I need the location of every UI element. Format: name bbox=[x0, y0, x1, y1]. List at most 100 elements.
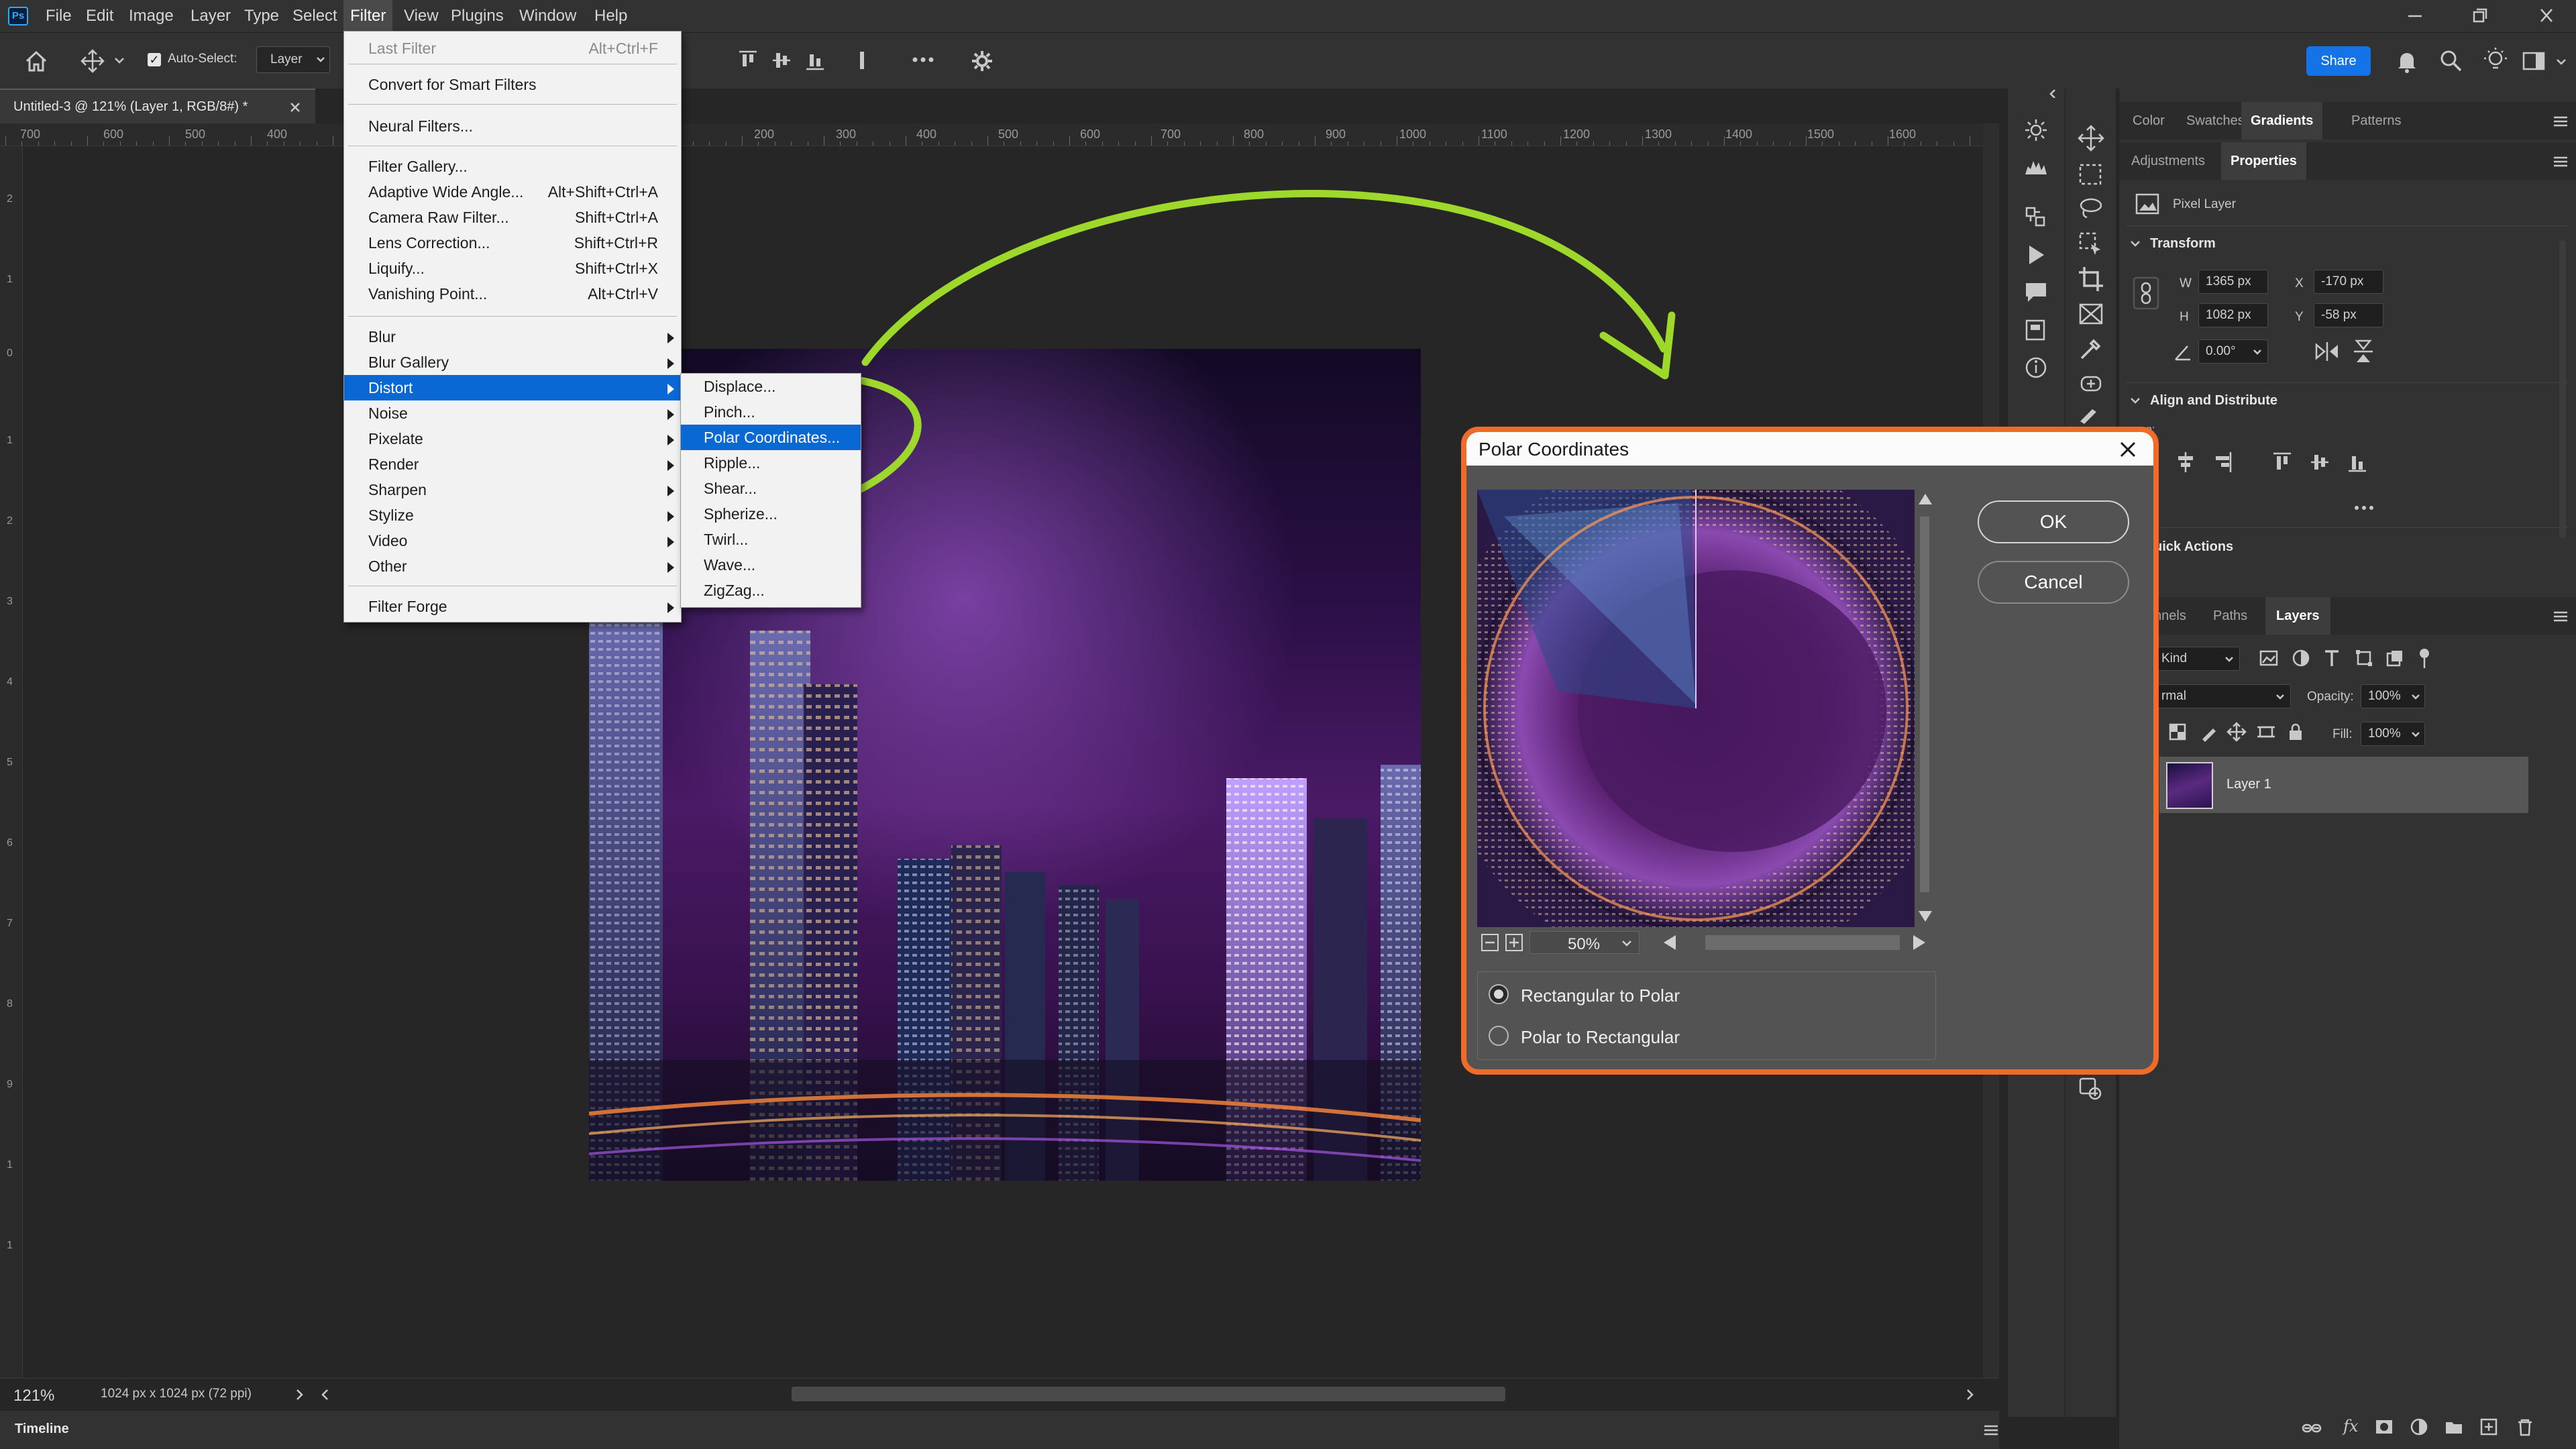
chevron-right-icon[interactable] bbox=[295, 1388, 305, 1401]
layer-row[interactable]: Layer 1 bbox=[2159, 757, 2528, 813]
adjustment-icon[interactable] bbox=[2023, 204, 2049, 231]
chevron-down-icon[interactable] bbox=[2130, 240, 2141, 248]
chevron-down-icon[interactable] bbox=[2130, 397, 2141, 405]
submenu-item-pinch[interactable]: Pinch... bbox=[681, 399, 861, 425]
preview-area[interactable] bbox=[1477, 490, 1915, 927]
lasso-tool-icon[interactable] bbox=[2076, 195, 2106, 224]
menu-item-liquify[interactable]: Liquify... Shift+Ctrl+X bbox=[344, 256, 681, 281]
menu-view[interactable]: View bbox=[397, 0, 445, 32]
align-top-icon[interactable] bbox=[2272, 451, 2292, 474]
align-bottom-icon[interactable] bbox=[2347, 451, 2367, 474]
align-center-icon[interactable] bbox=[2176, 451, 2196, 474]
menu-item-adaptive-wide-angle[interactable]: Adaptive Wide Angle... Alt+Shift+Ctrl+A bbox=[344, 179, 681, 205]
tab-swatches[interactable]: Swatches bbox=[2186, 102, 2245, 140]
blend-mode-select[interactable]: rmal bbox=[2153, 684, 2291, 708]
gear-icon[interactable] bbox=[969, 48, 996, 74]
menu-item-sharpen[interactable]: Sharpen bbox=[344, 477, 681, 502]
link-layers-icon[interactable] bbox=[2302, 1418, 2322, 1438]
panel-menu-icon[interactable] bbox=[2553, 156, 2569, 168]
comment-icon[interactable] bbox=[2023, 279, 2049, 306]
filter-smart-object-icon[interactable] bbox=[2385, 648, 2405, 668]
hscroll-thumb[interactable] bbox=[792, 1387, 1505, 1401]
tab-properties[interactable]: Properties bbox=[2221, 142, 2306, 180]
bell-icon[interactable] bbox=[2395, 48, 2419, 74]
sun-icon[interactable] bbox=[2023, 117, 2049, 144]
align-bottom-icon[interactable] bbox=[805, 49, 825, 72]
eyedropper-icon[interactable] bbox=[2076, 334, 2106, 364]
tab-layers[interactable]: Layers bbox=[2265, 597, 2330, 635]
lock-position-icon[interactable] bbox=[2226, 722, 2247, 742]
menu-item-render[interactable]: Render bbox=[344, 451, 681, 477]
more-options-icon[interactable] bbox=[2353, 503, 2375, 513]
more-options-icon[interactable] bbox=[910, 53, 936, 66]
edit-toolbar-icon[interactable] bbox=[2076, 1075, 2106, 1104]
close-tab-icon[interactable] bbox=[288, 101, 302, 114]
menu-item-distort[interactable]: Distort bbox=[344, 375, 681, 400]
fill-field[interactable]: 100% bbox=[2361, 722, 2425, 746]
tab-adjustments[interactable]: Adjustments bbox=[2131, 142, 2205, 180]
lightbulb-icon[interactable] bbox=[2482, 46, 2509, 76]
menu-image[interactable]: Image bbox=[122, 0, 180, 32]
menu-item-convert-smart-filters[interactable]: Convert for Smart Filters bbox=[344, 72, 681, 97]
object-selection-icon[interactable] bbox=[2076, 229, 2106, 259]
chevron-down-icon[interactable] bbox=[2556, 58, 2567, 66]
info-icon[interactable] bbox=[2023, 354, 2049, 381]
flip-horizontal-icon[interactable] bbox=[2314, 339, 2341, 364]
zoom-out-icon[interactable] bbox=[1480, 932, 1500, 953]
zoom-select[interactable]: 50% bbox=[1529, 931, 1640, 954]
menu-filter[interactable]: Filter bbox=[343, 0, 393, 32]
panel-scrollbar[interactable] bbox=[2559, 240, 2566, 538]
x-field[interactable]: -170 px bbox=[2314, 270, 2383, 294]
menu-item-video[interactable]: Video bbox=[344, 528, 681, 553]
delete-layer-icon[interactable] bbox=[2515, 1417, 2535, 1437]
tab-channels[interactable]: nnels bbox=[2154, 597, 2186, 635]
submenu-item-polar-coordinates[interactable]: Polar Coordinates... bbox=[681, 425, 861, 450]
add-mask-icon[interactable] bbox=[2374, 1417, 2394, 1437]
fx-icon[interactable]: fx bbox=[2343, 1417, 2358, 1436]
menu-select[interactable]: Select bbox=[286, 0, 344, 32]
submenu-item-wave[interactable]: Wave... bbox=[681, 552, 861, 578]
ok-button[interactable]: OK bbox=[1978, 500, 2129, 543]
menu-file[interactable]: File bbox=[39, 0, 78, 32]
panel-menu-icon[interactable] bbox=[2553, 610, 2569, 623]
menu-type[interactable]: Type bbox=[237, 0, 286, 32]
lock-all-icon[interactable] bbox=[2286, 722, 2306, 742]
lock-pixels-icon[interactable] bbox=[2198, 722, 2218, 742]
menu-layer[interactable]: Layer bbox=[184, 0, 237, 32]
submenu-item-shear[interactable]: Shear... bbox=[681, 476, 861, 501]
library-icon[interactable] bbox=[2023, 317, 2049, 343]
workspace-icon[interactable] bbox=[2521, 49, 2548, 73]
tab-gradients[interactable]: Gradients bbox=[2241, 102, 2323, 140]
panel-menu-icon[interactable] bbox=[2553, 115, 2569, 127]
menu-item-other[interactable]: Other bbox=[344, 553, 681, 579]
auto-select-checkbox[interactable]: ✓ bbox=[148, 53, 161, 66]
menu-item-blur[interactable]: Blur bbox=[344, 324, 681, 350]
flip-vertical-icon[interactable] bbox=[2351, 338, 2375, 365]
minimize-icon[interactable] bbox=[2402, 8, 2428, 24]
histogram-icon[interactable] bbox=[2023, 153, 2049, 180]
width-field[interactable]: 1365 px bbox=[2198, 270, 2268, 294]
tab-paths[interactable]: Paths bbox=[2213, 597, 2247, 635]
scroll-thumb[interactable] bbox=[1920, 517, 1929, 892]
radio-rectangular-to-polar[interactable] bbox=[1489, 984, 1509, 1004]
angle-field[interactable]: 0.00° bbox=[2198, 339, 2268, 364]
lock-transparency-icon[interactable] bbox=[2167, 722, 2188, 742]
filter-shape-icon[interactable] bbox=[2354, 648, 2374, 668]
align-top-icon[interactable] bbox=[738, 49, 758, 72]
tab-color[interactable]: Color bbox=[2133, 102, 2165, 140]
arrow-down-icon[interactable] bbox=[1917, 908, 1933, 924]
play-icon[interactable] bbox=[2023, 241, 2049, 268]
move-tool-icon[interactable] bbox=[2076, 123, 2106, 153]
lock-artboard-icon[interactable] bbox=[2256, 722, 2276, 742]
chevron-left-icon[interactable] bbox=[321, 1388, 330, 1401]
menu-item-neural-filters[interactable]: Neural Filters... bbox=[344, 113, 681, 139]
crop-tool-icon[interactable] bbox=[2076, 264, 2106, 294]
zoom-level[interactable]: 121% bbox=[13, 1387, 54, 1405]
restore-icon[interactable] bbox=[2466, 4, 2493, 28]
home-icon[interactable] bbox=[23, 48, 50, 74]
submenu-item-zigzag[interactable]: ZigZag... bbox=[681, 578, 861, 603]
quick-actions-title[interactable]: uick Actions bbox=[2154, 539, 2233, 555]
filter-type-icon[interactable] bbox=[2322, 648, 2342, 668]
marquee-tool-icon[interactable] bbox=[2076, 160, 2106, 189]
y-field[interactable]: -58 px bbox=[2314, 303, 2383, 327]
